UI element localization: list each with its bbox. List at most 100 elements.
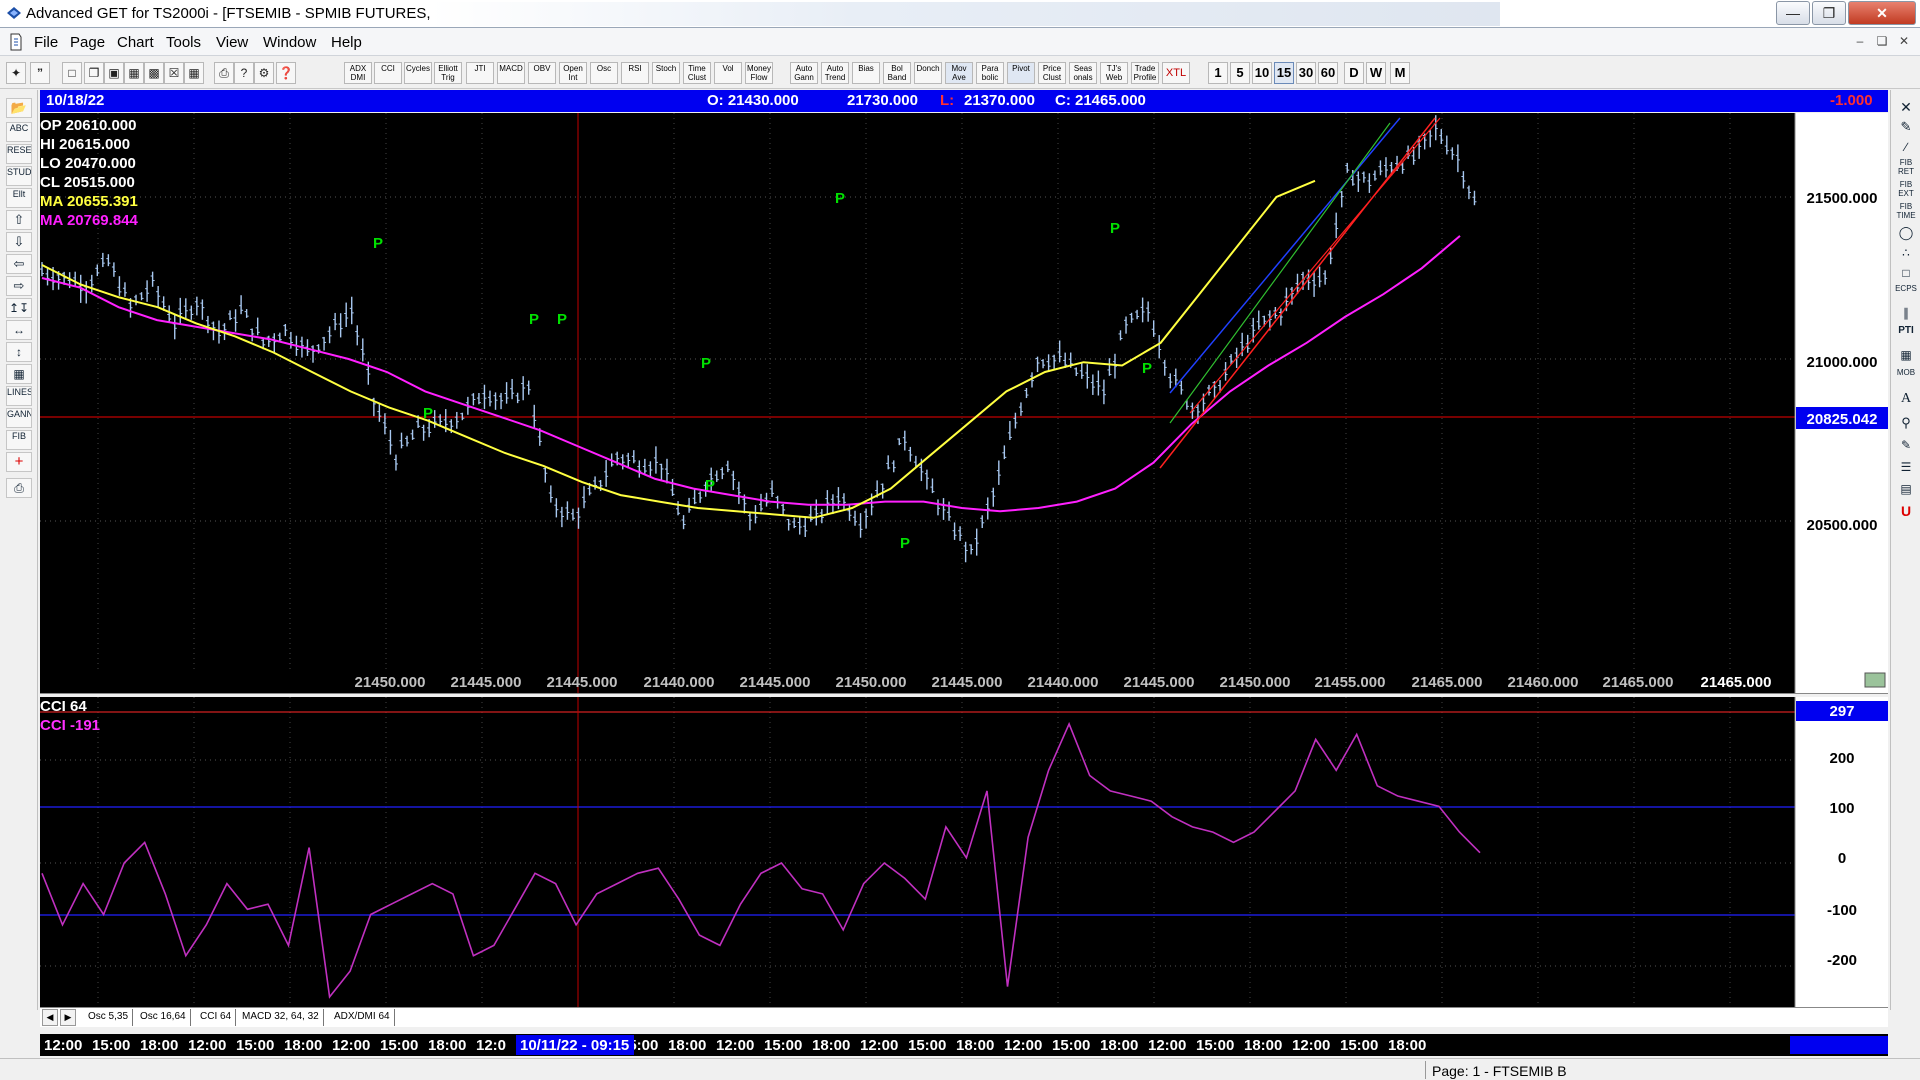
study-adx-dmi-button[interactable]: ADX DMI: [344, 62, 372, 84]
tab-scroll-right-button[interactable]: ▶: [60, 1009, 76, 1026]
cci-chart-svg[interactable]: CCI 64 CCI -191 297 200 100 0 -100 -200: [40, 697, 1888, 1007]
tab-macd[interactable]: MACD 32, 64, 32: [238, 1009, 324, 1026]
study-priceclust-button[interactable]: Price Clust: [1038, 62, 1066, 84]
circle-tool-icon[interactable]: ◯: [1894, 224, 1918, 242]
mdi-minimize-button[interactable]: –: [1850, 34, 1870, 52]
arrow-down-icon[interactable]: ⇩: [6, 232, 32, 252]
grid-icon[interactable]: ▦: [184, 62, 204, 84]
trendline-icon[interactable]: ∕: [1894, 138, 1918, 156]
pti-tool-icon[interactable]: PTI: [1894, 326, 1918, 344]
channel-tool-icon[interactable]: ∥: [1894, 304, 1918, 322]
zoom-icon[interactable]: ⚲: [1894, 414, 1918, 432]
mob-tool-icon[interactable]: MOB: [1894, 368, 1918, 386]
window-icon[interactable]: ▣: [104, 62, 124, 84]
fib-ext-icon[interactable]: FIB EXT: [1894, 180, 1918, 198]
new-page-icon[interactable]: □: [62, 62, 82, 84]
study-tjsweb-button[interactable]: TJ's Web: [1100, 62, 1128, 84]
print-icon[interactable]: ⎙: [214, 62, 234, 84]
timeframe-m-button[interactable]: M: [1390, 62, 1410, 84]
expand-h-icon[interactable]: ↔: [6, 320, 32, 340]
study-obv-button[interactable]: OBV: [528, 62, 556, 84]
tile-icon[interactable]: ▩: [144, 62, 164, 84]
fib-time-icon[interactable]: FIB TIME: [1894, 202, 1918, 220]
study-bias-button[interactable]: Bias: [852, 62, 880, 84]
study-movave-button[interactable]: Mov Ave: [945, 62, 973, 84]
timeframe-1-button[interactable]: 1: [1208, 62, 1228, 84]
gann-tool-icon[interactable]: GANN: [6, 408, 32, 428]
pencil-icon[interactable]: ✎: [1894, 118, 1918, 136]
study-elliott-button[interactable]: Elliott Trig: [434, 62, 462, 84]
menu-chart[interactable]: Chart: [117, 34, 154, 51]
menu-view[interactable]: View: [216, 34, 248, 51]
arrow-left-icon[interactable]: ⇦: [6, 254, 32, 274]
letter-a-icon[interactable]: A: [1894, 390, 1918, 408]
info-icon[interactable]: ⚙: [254, 62, 274, 84]
study-xtl-button[interactable]: XTL: [1162, 62, 1190, 84]
tab-scroll-left-button[interactable]: ◀: [42, 1009, 58, 1026]
price-chart[interactable]: P P P P P P P P P P OP 20610.000 HI 20615.000 LO …: [40, 113, 1888, 693]
study-bolband-button[interactable]: Bol Band: [883, 62, 911, 84]
fan-tool-icon[interactable]: ∴: [1894, 244, 1918, 262]
tab-osc-5-35[interactable]: Osc 5,35: [84, 1009, 134, 1026]
help-icon[interactable]: ?: [234, 62, 254, 84]
mdi-restore-button[interactable]: ❏: [1872, 34, 1892, 52]
study-parabolic-button[interactable]: Para bolic: [976, 62, 1004, 84]
fib-tool-icon[interactable]: FIB: [6, 430, 32, 450]
crosshair-icon[interactable]: +: [6, 452, 32, 472]
box-tool-icon[interactable]: □: [1894, 264, 1918, 282]
study-tool-icon[interactable]: STUDY: [6, 166, 32, 186]
print-tool-icon[interactable]: ⎙: [6, 478, 32, 498]
study-donch-button[interactable]: Donch: [914, 62, 942, 84]
bars-tool-icon[interactable]: ↥↧: [6, 298, 32, 318]
context-help-icon[interactable]: ❓: [276, 62, 296, 84]
study-autogann-button[interactable]: Auto Gann: [790, 62, 818, 84]
study-stoch-button[interactable]: Stoch: [652, 62, 680, 84]
magnet-icon[interactable]: U: [1894, 502, 1918, 520]
price-chart-svg[interactable]: P P P P P P P P P P OP 20610.000 HI 20615.000 LO …: [40, 113, 1888, 693]
close-tool-icon[interactable]: ✕: [1894, 98, 1918, 116]
delete-icon[interactable]: ☒: [164, 62, 184, 84]
lines-tool-icon[interactable]: LINES: [6, 386, 32, 406]
timeframe-5-button[interactable]: 5: [1230, 62, 1250, 84]
study-pivot-button[interactable]: Pivot: [1007, 62, 1035, 84]
menu-window[interactable]: Window: [263, 34, 316, 51]
copy-icon[interactable]: ❐: [84, 62, 104, 84]
study-openint-button[interactable]: Open Int: [559, 62, 587, 84]
ecps-tool-icon[interactable]: ECPS: [1894, 284, 1918, 302]
list-tool-icon[interactable]: ☰: [1894, 458, 1918, 476]
study-osc-button[interactable]: Osc: [590, 62, 618, 84]
cci-pane[interactable]: CCI 64 CCI -191 297 200 100 0 -100 -200: [40, 697, 1888, 1007]
timeframe-60-button[interactable]: 60: [1318, 62, 1338, 84]
highlight-icon[interactable]: ✎: [1894, 436, 1918, 454]
menu-tools[interactable]: Tools: [166, 34, 201, 51]
mdi-close-button[interactable]: ✕: [1894, 34, 1914, 52]
timeframe-10-button[interactable]: 10: [1252, 62, 1272, 84]
timeframe-15-button[interactable]: 15: [1274, 62, 1294, 84]
fib-ret-icon[interactable]: FIB RET: [1894, 158, 1918, 176]
chart-corner-icon[interactable]: [1864, 672, 1886, 688]
study-jti-button[interactable]: JTI: [466, 62, 494, 84]
open-icon[interactable]: 📂: [6, 98, 32, 118]
menu-file[interactable]: File: [34, 34, 58, 51]
maximize-button[interactable]: ❐: [1812, 1, 1846, 25]
grid-tool-icon[interactable]: ▦: [6, 364, 32, 384]
arrow-up-icon[interactable]: ⇧: [6, 210, 32, 230]
timeframe-w-button[interactable]: W: [1366, 62, 1386, 84]
quote-icon[interactable]: ”: [30, 62, 50, 84]
study-timeclust-button[interactable]: Time Clust: [683, 62, 711, 84]
cursor-tool-icon[interactable]: ✦: [6, 62, 26, 84]
abc-tool-icon[interactable]: ABC: [6, 122, 32, 142]
tab-osc-16-64[interactable]: Osc 16,64: [136, 1009, 191, 1026]
elliott-tool-icon[interactable]: Ellt: [6, 188, 32, 208]
arrange-icon[interactable]: ▦: [124, 62, 144, 84]
study-cci-button[interactable]: CCI: [374, 62, 402, 84]
menu-page[interactable]: Page: [70, 34, 105, 51]
menu-help[interactable]: Help: [331, 34, 362, 51]
study-seasonals-button[interactable]: Seas onals: [1069, 62, 1097, 84]
minimize-button[interactable]: —: [1776, 1, 1810, 25]
close-button[interactable]: ✕: [1848, 1, 1916, 25]
study-autotrend-button[interactable]: Auto Trend: [821, 62, 849, 84]
tab-cci-64[interactable]: CCI 64: [196, 1009, 237, 1026]
study-moneyflow-button[interactable]: Money Flow: [745, 62, 773, 84]
reset-tool-icon[interactable]: RESET: [6, 144, 32, 164]
